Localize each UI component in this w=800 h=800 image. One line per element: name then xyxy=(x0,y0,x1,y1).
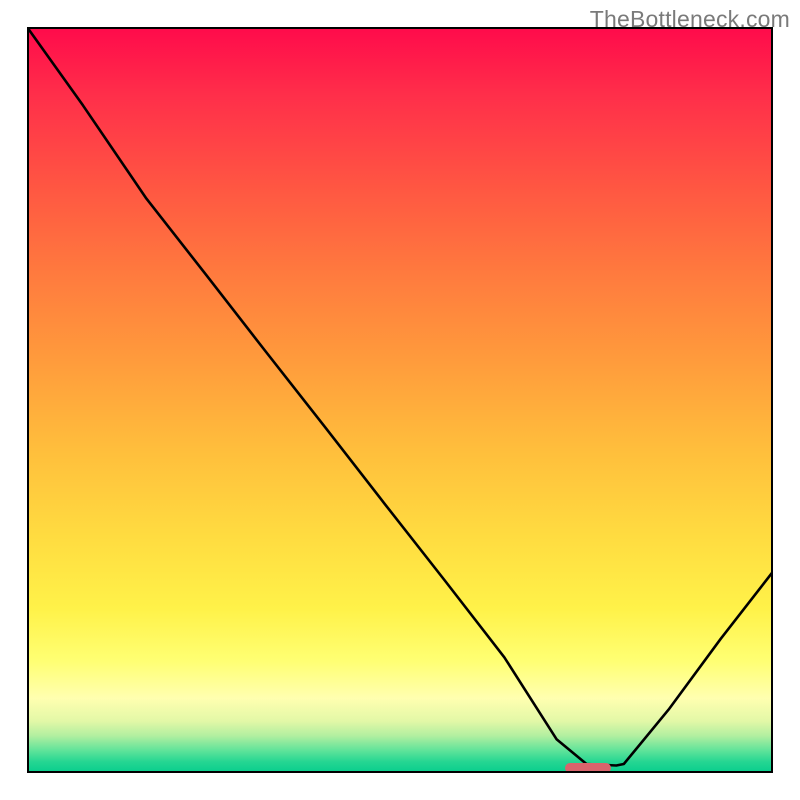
chart-container: TheBottleneck.com xyxy=(0,0,800,800)
optimal-marker xyxy=(565,763,611,773)
plot-area xyxy=(27,27,773,773)
line-series xyxy=(27,27,773,773)
curve-path xyxy=(27,27,773,766)
